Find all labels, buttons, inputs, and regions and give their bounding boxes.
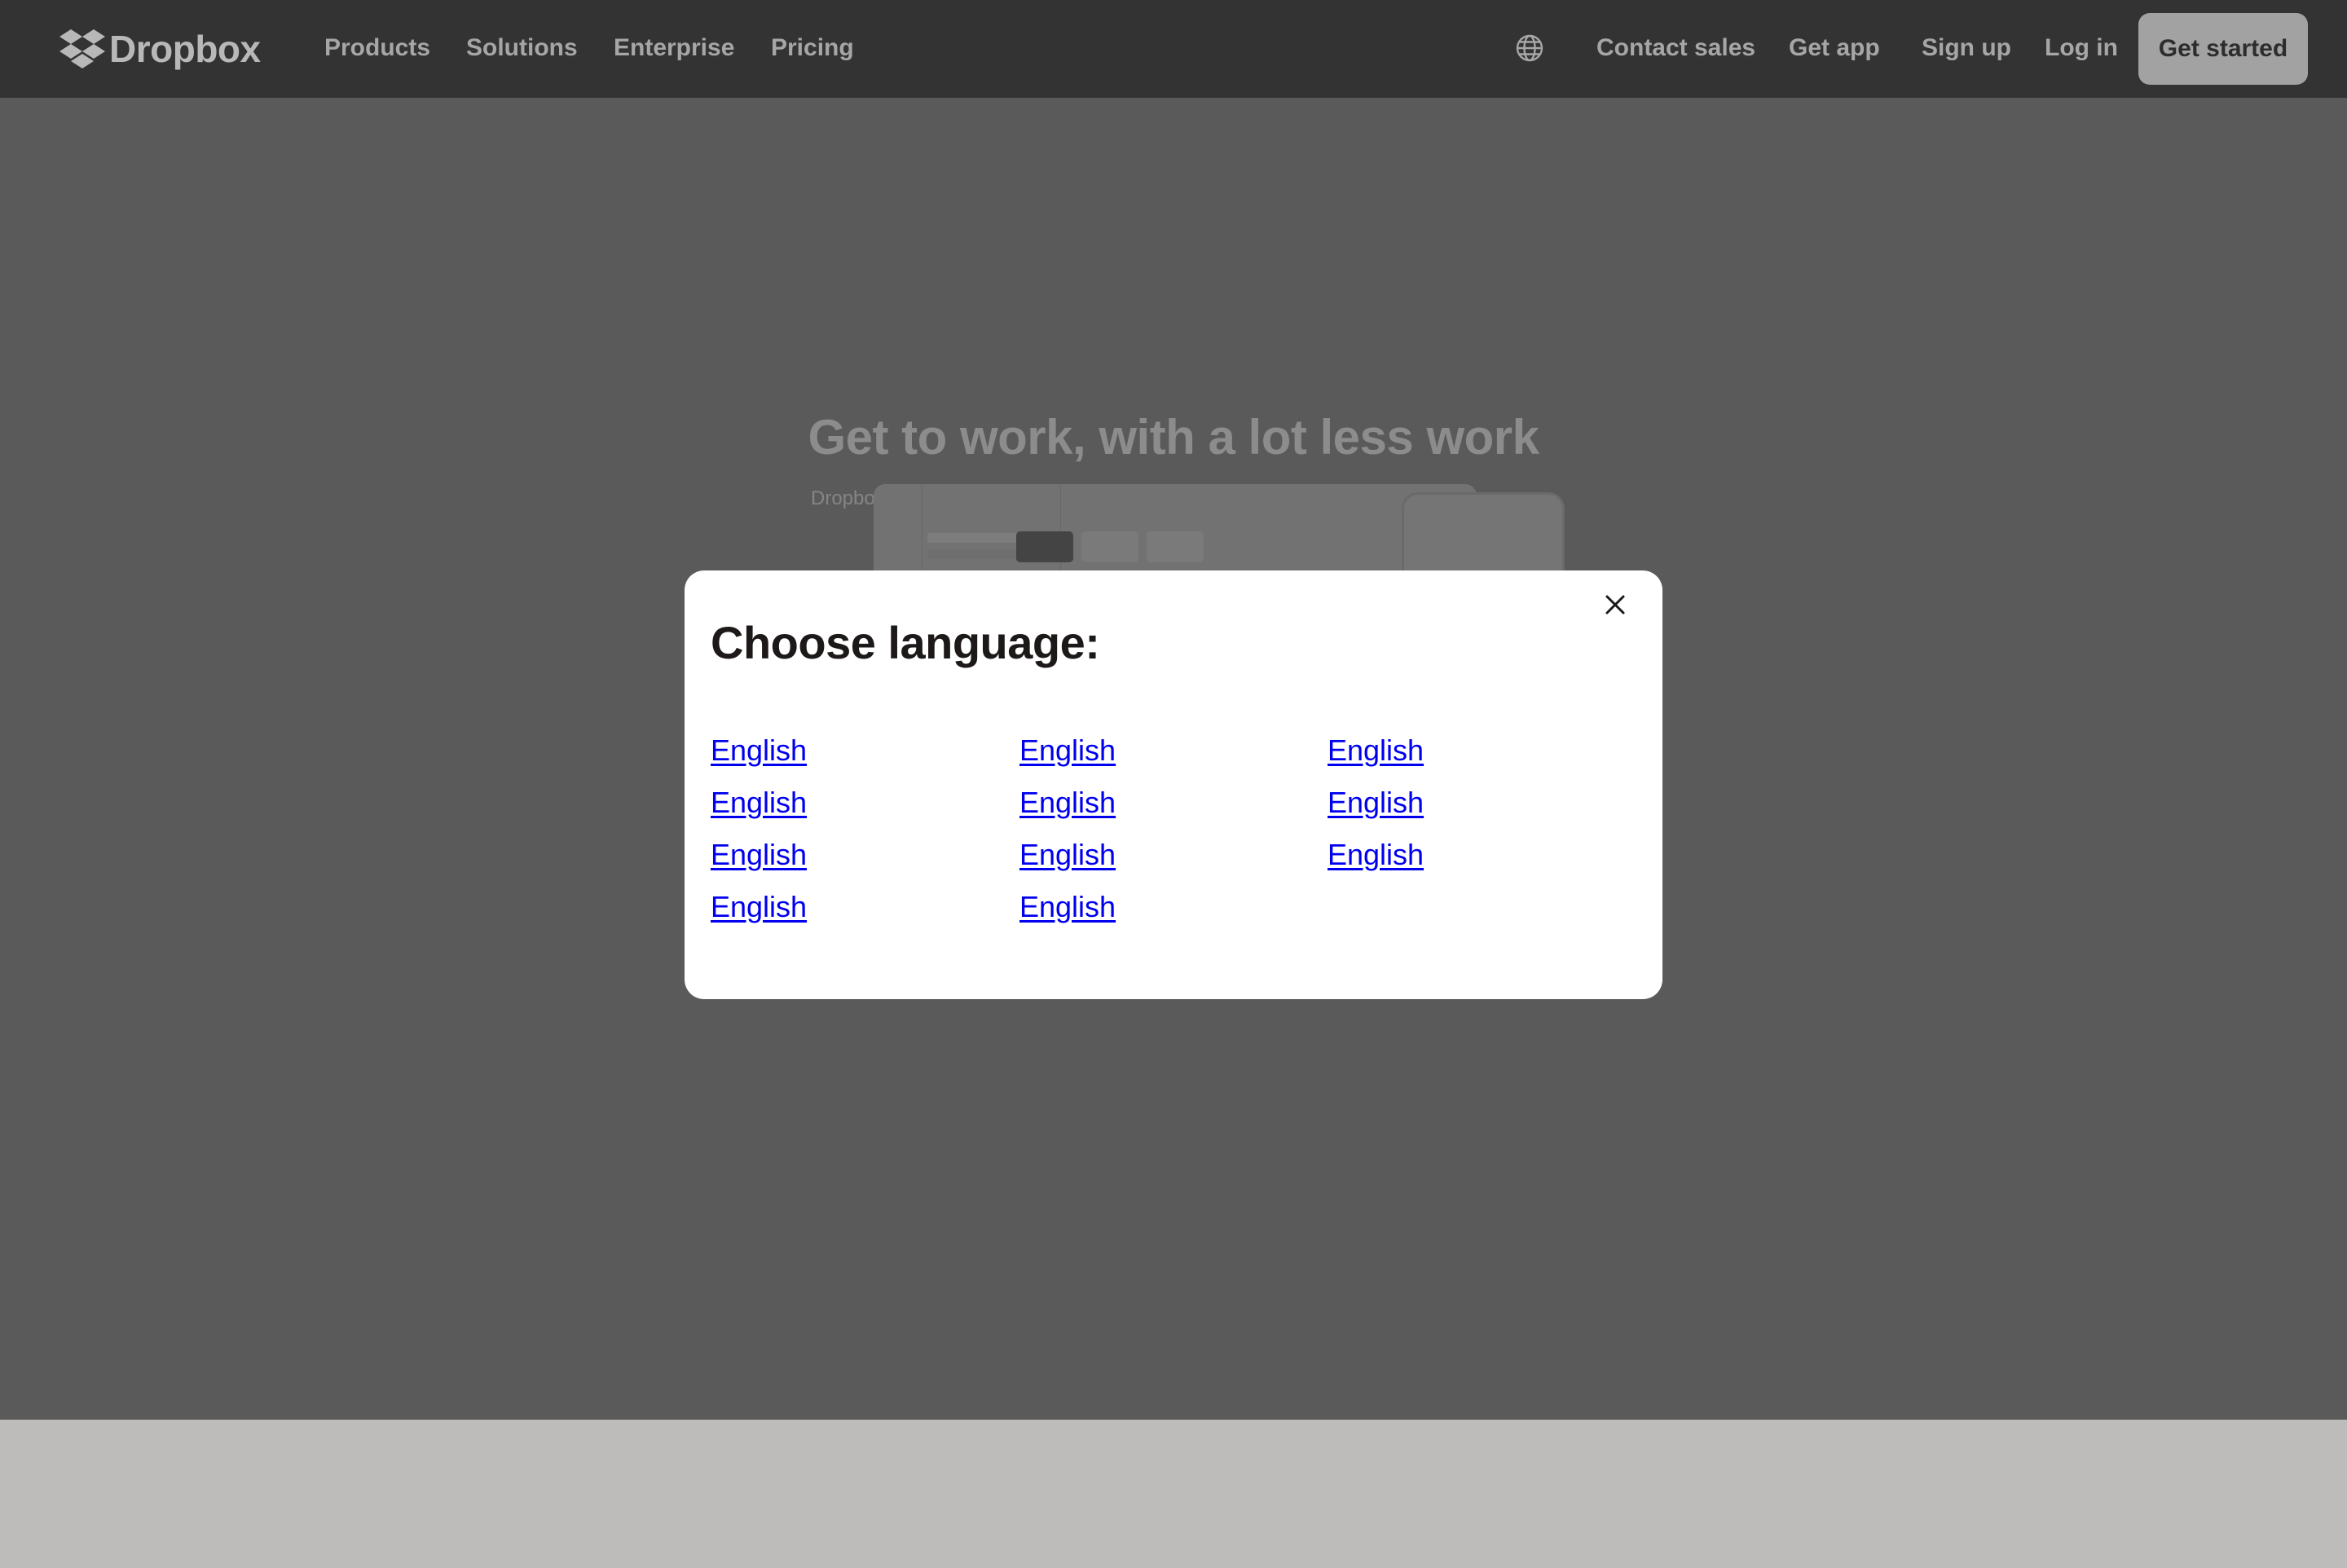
dropbox-logo-icon — [59, 29, 105, 68]
close-icon — [1605, 595, 1625, 614]
mock-tile — [1081, 531, 1138, 562]
contact-sales-link[interactable]: Contact sales — [1596, 34, 1755, 62]
language-option[interactable]: English — [711, 786, 807, 820]
page-footer-band — [0, 1420, 2347, 1568]
nav-pricing[interactable]: Pricing — [771, 34, 854, 62]
brand-name: Dropbox — [109, 28, 261, 70]
nav-solutions[interactable]: Solutions — [466, 34, 578, 62]
language-option[interactable]: English — [1019, 733, 1116, 768]
language-option[interactable]: English — [711, 733, 807, 768]
dropbox-logo[interactable]: Dropbox — [59, 24, 261, 73]
dialog-title: Choose language: — [711, 617, 1100, 668]
top-nav-bar: Dropbox Products Solutions Enterprise Pr… — [0, 0, 2347, 98]
language-dialog: Choose language: English English English… — [685, 570, 1662, 999]
hero-subtitle: Dropbo — [811, 487, 875, 509]
language-option[interactable]: English — [1019, 890, 1116, 924]
mock-tile — [1016, 531, 1073, 562]
get-app-link[interactable]: Get app — [1789, 34, 1880, 62]
language-option[interactable]: English — [711, 890, 807, 924]
hero-title: Get to work, with a lot less work — [808, 410, 1539, 465]
log-in-link[interactable]: Log in — [2045, 34, 2118, 62]
get-started-button[interactable]: Get started — [2138, 13, 2308, 85]
globe-icon[interactable] — [1514, 33, 1545, 64]
nav-products[interactable]: Products — [324, 34, 430, 62]
language-option[interactable]: English — [711, 838, 807, 872]
language-option[interactable]: English — [1328, 786, 1424, 820]
close-button[interactable] — [1599, 588, 1631, 621]
mock-tile — [1147, 531, 1204, 562]
sign-up-link[interactable]: Sign up — [1922, 34, 2011, 62]
language-option[interactable]: English — [1328, 838, 1424, 872]
language-option[interactable]: English — [1019, 786, 1116, 820]
language-option[interactable]: English — [1019, 838, 1116, 872]
language-option[interactable]: English — [1328, 733, 1424, 768]
nav-enterprise[interactable]: Enterprise — [614, 34, 734, 62]
